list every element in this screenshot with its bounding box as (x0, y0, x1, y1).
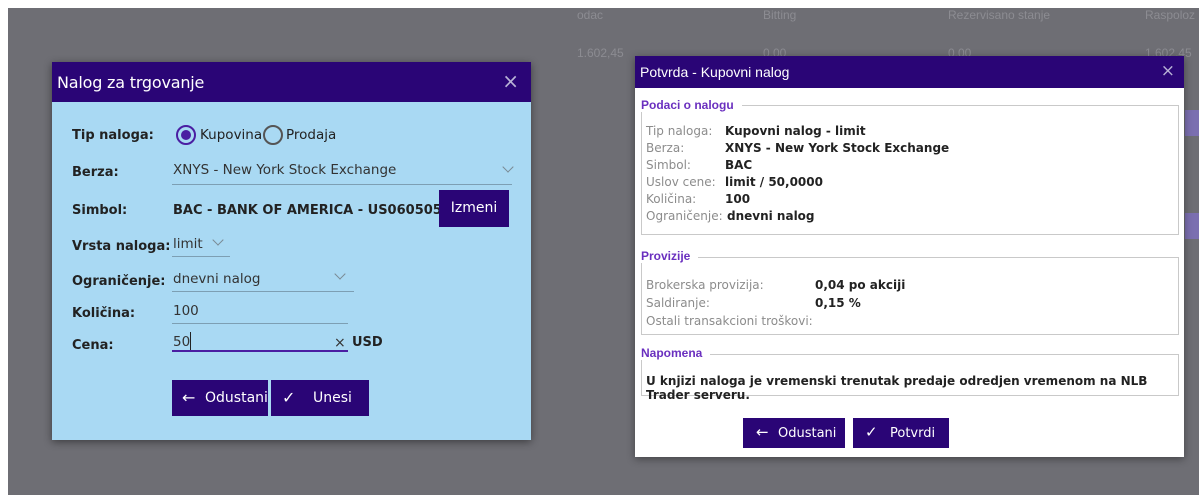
order-detail-value: 100 (725, 192, 751, 206)
radio-prodaja-label[interactable]: Prodaja (286, 127, 336, 143)
change-symbol-button[interactable]: Izmeni (439, 190, 509, 227)
order-dialog-title: Nalog za trgovanje (57, 73, 205, 92)
radio-kupovina[interactable] (176, 125, 196, 145)
quantity-label: Količina: (72, 306, 136, 321)
close-icon[interactable]: × (502, 69, 519, 93)
confirm-dialog: Potvrda - Kupovni nalog × Podaci o nalog… (635, 56, 1184, 457)
order-kind-underline (172, 256, 230, 257)
exchange-select[interactable]: XNYS - New York Stock Exchange (173, 162, 396, 178)
order-detail-key: Simbol: (646, 158, 691, 172)
bg-header-4: Raspoloz (1145, 8, 1196, 22)
order-detail-value: XNYS - New York Stock Exchange (725, 141, 950, 155)
order-detail-key: Berza: (646, 141, 685, 155)
cancel-button-label: Odustani (205, 390, 268, 406)
check-icon: ✓ (865, 423, 878, 441)
restriction-label: Ograničenje: (72, 274, 166, 289)
order-detail-value: Kupovni nalog - limit (725, 124, 866, 138)
submit-button-label: Unesi (313, 390, 352, 406)
order-details-title: Podaci o nalogu (641, 98, 742, 112)
quantity-input[interactable]: 100 (173, 303, 199, 319)
fee-value: 0,04 po akciji (815, 278, 906, 292)
currency-label: USD (352, 335, 383, 350)
fee-key: Brokerska provizija: (646, 278, 764, 292)
confirm-dialog-title: Potvrda - Kupovni nalog (640, 64, 790, 80)
fee-key: Ostali transakcioni troškovi: (646, 314, 813, 328)
price-input[interactable]: 50 (173, 334, 190, 350)
order-type-label: Tip naloga: (72, 128, 154, 143)
order-dialog-titlebar: Nalog za trgovanje × (52, 62, 531, 102)
arrow-left-icon: ← (182, 388, 196, 407)
confirm-dialog-titlebar: Potvrda - Kupovni nalog × (635, 56, 1184, 88)
quantity-underline (172, 323, 348, 324)
bg-scroll-block (1185, 110, 1199, 136)
clear-icon[interactable]: × (334, 335, 346, 351)
confirm-button-label: Potvrdi (890, 426, 936, 441)
order-detail-key: Količina: (646, 192, 697, 206)
fee-value: 0,15 % (815, 296, 861, 310)
exchange-label: Berza: (72, 165, 119, 180)
fee-key: Saldiranje: (646, 296, 710, 310)
arrow-left-icon: ← (756, 423, 769, 441)
close-icon[interactable]: × (1161, 61, 1175, 81)
bg-header-2: Bitting (763, 8, 797, 22)
submit-button[interactable]: ✓ Unesi (271, 380, 369, 416)
note-text: U knjizi naloga je vremenski trenutak pr… (646, 374, 1148, 402)
restriction-underline (172, 291, 354, 292)
bg-scroll-block (1185, 213, 1199, 239)
text-caret (190, 332, 191, 350)
order-detail-key: Ograničenje: (646, 209, 723, 223)
order-detail-value: limit / 50,0000 (725, 175, 823, 189)
cancel-button-label: Odustani (778, 426, 837, 441)
check-icon: ✓ (282, 388, 296, 407)
exchange-underline (172, 184, 512, 185)
order-kind-label: Vrsta naloga: (72, 239, 171, 254)
order-detail-key: Tip naloga: (646, 124, 713, 138)
restriction-select[interactable]: dnevni nalog (173, 271, 260, 287)
note-title: Napomena (641, 346, 711, 360)
symbol-value: BAC - BANK OF AMERICA - US0605051046 (173, 203, 479, 218)
cancel-button[interactable]: ← Odustani (743, 418, 845, 448)
radio-kupovina-label[interactable]: Kupovina (200, 127, 262, 143)
fees-title: Provizije (641, 249, 699, 263)
order-kind-select[interactable]: limit (173, 236, 203, 252)
price-underline-active (172, 350, 348, 352)
order-dialog: Nalog za trgovanje × Tip naloga: Kupovin… (52, 62, 531, 440)
price-label: Cena: (72, 338, 114, 353)
bg-header-1: odac (577, 8, 604, 22)
cancel-button[interactable]: ← Odustani (172, 380, 268, 416)
order-detail-value: BAC (725, 158, 753, 172)
order-detail-key: Uslov cene: (646, 175, 716, 189)
bg-cell-1: 1.602,45 (577, 46, 624, 60)
order-detail-value: dnevni nalog (727, 209, 815, 223)
chevron-down-icon[interactable] (212, 234, 224, 246)
symbol-label: Simbol: (72, 203, 128, 218)
chevron-down-icon[interactable] (502, 161, 514, 173)
bg-header-3: Rezervisano stanje (948, 8, 1051, 22)
chevron-down-icon[interactable] (334, 268, 346, 280)
confirm-button[interactable]: ✓ Potvrdi (853, 418, 949, 448)
radio-prodaja[interactable] (263, 125, 283, 145)
